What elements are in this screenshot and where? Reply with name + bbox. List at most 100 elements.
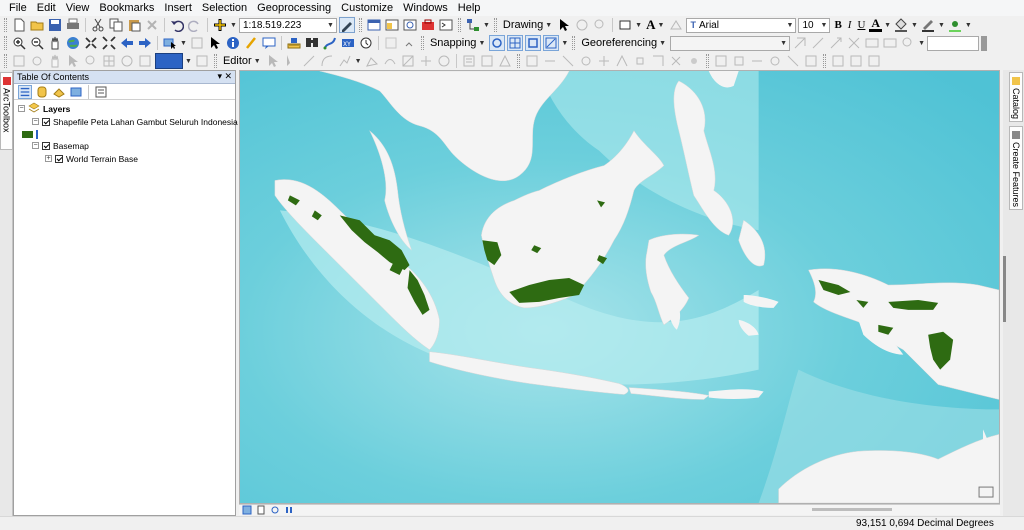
toolbar-grip[interactable] (4, 18, 7, 32)
time-slider-icon[interactable] (358, 35, 374, 51)
georef-value-input[interactable] (927, 35, 980, 51)
fixed-zoom-in-icon[interactable] (83, 35, 99, 51)
menu-customize[interactable]: Customize (336, 0, 398, 16)
add-data-icon[interactable] (212, 17, 228, 33)
topology-icon-3[interactable] (560, 53, 576, 69)
undo-icon[interactable] (169, 17, 185, 33)
layout-icon-2[interactable] (848, 53, 864, 69)
peat-legend-row[interactable] (22, 129, 38, 140)
cut-polygons-icon[interactable] (400, 53, 416, 69)
topology-icon-7[interactable] (632, 53, 648, 69)
italic-button[interactable]: I (846, 19, 854, 31)
menu-selection[interactable]: Selection (197, 0, 252, 16)
topology-icon-2[interactable] (542, 53, 558, 69)
list-by-source-icon[interactable] (35, 85, 49, 99)
list-by-visibility-icon[interactable] (52, 85, 66, 99)
map-canvas[interactable] (240, 71, 999, 503)
fixed-zoom-out-icon[interactable] (101, 35, 117, 51)
new-document-icon[interactable] (11, 17, 27, 33)
data-view-icon[interactable] (242, 505, 252, 515)
menu-geoprocessing[interactable]: Geoprocessing (252, 0, 336, 16)
topology-icon-5[interactable] (596, 53, 612, 69)
more-tools-icon[interactable] (401, 35, 417, 51)
delete-icon[interactable] (144, 17, 160, 33)
catalog-window-icon[interactable] (384, 17, 400, 33)
paste-icon[interactable] (126, 17, 142, 33)
topology-icon-8[interactable] (650, 53, 666, 69)
collapse-icon[interactable]: − (18, 105, 25, 112)
terrain-visibility-checkbox[interactable] (55, 154, 63, 163)
horizontal-scrollbar-thumb[interactable] (812, 508, 892, 511)
python-window-icon[interactable] (438, 17, 454, 33)
end-point-arc-icon[interactable] (319, 53, 335, 69)
clear-selection-icon[interactable] (189, 35, 205, 51)
model-builder-icon[interactable] (465, 17, 481, 33)
swipe-tool-icon[interactable] (194, 53, 210, 69)
georef-tool-icon-2[interactable] (29, 53, 45, 69)
rotate-tool-icon[interactable] (119, 53, 135, 69)
zoom-whole-page-icon[interactable] (592, 17, 608, 33)
hand-tool-icon[interactable] (47, 53, 63, 69)
full-extent-icon[interactable] (65, 35, 81, 51)
options-icon[interactable] (94, 85, 108, 99)
bold-button[interactable]: B (832, 19, 843, 31)
font-color-button[interactable]: A (869, 17, 883, 32)
edit-vertices-tool-icon[interactable] (364, 53, 380, 69)
magnifier-icon[interactable] (900, 35, 916, 51)
find-route-icon[interactable] (322, 35, 338, 51)
editor-toolbar-icon[interactable] (338, 17, 355, 33)
link-table-icon[interactable] (864, 35, 880, 51)
html-popup-icon[interactable] (261, 35, 277, 51)
menu-view[interactable]: View (61, 0, 95, 16)
layers-dataframe-row[interactable]: − Layers (18, 102, 70, 114)
expand-icon[interactable]: + (45, 155, 52, 162)
edge-snapping-icon[interactable] (543, 35, 560, 51)
search-window-icon[interactable] (402, 17, 418, 33)
collapse-icon[interactable]: − (32, 118, 39, 125)
zoom-in-icon[interactable] (11, 35, 27, 51)
editor-menu[interactable]: Editor ▼ (221, 55, 263, 67)
world-terrain-row[interactable]: + World Terrain Base (45, 153, 138, 164)
topology-icon-4[interactable] (578, 53, 594, 69)
drawing-menu[interactable]: Drawing ▼ (501, 19, 554, 31)
spatial-adjust-icon-6[interactable] (803, 53, 819, 69)
select-elements-arrow-icon[interactable] (207, 35, 223, 51)
menu-file[interactable]: File (4, 0, 32, 16)
grid-tool-icon[interactable] (101, 53, 117, 69)
edit-vertices-icon[interactable] (668, 17, 684, 33)
edit-annotation-icon[interactable] (283, 53, 299, 69)
select-elements-icon[interactable] (556, 17, 572, 33)
point-snapping-icon[interactable] (489, 35, 506, 51)
create-features-icon[interactable] (497, 53, 513, 69)
edit-tool-icon[interactable] (265, 53, 281, 69)
pointer-tool-icon[interactable] (65, 53, 81, 69)
end-snapping-icon[interactable] (507, 35, 524, 51)
reshape-icon[interactable] (382, 53, 398, 69)
sketch-properties-icon[interactable] (479, 53, 495, 69)
menu-edit[interactable]: Edit (32, 0, 61, 16)
color-swatch-button[interactable] (155, 53, 183, 69)
menu-insert[interactable]: Insert (159, 0, 197, 16)
save-icon[interactable] (47, 17, 63, 33)
map-view[interactable] (239, 70, 1000, 504)
straight-segment-icon[interactable] (301, 53, 317, 69)
rotate-raster-icon[interactable] (792, 35, 808, 51)
spatial-adjust-icon-2[interactable] (731, 53, 747, 69)
zoom-tool-icon[interactable] (83, 53, 99, 69)
table-icon[interactable] (366, 17, 382, 33)
rotate-feature-icon[interactable] (436, 53, 452, 69)
rectangle-tool-icon[interactable] (617, 17, 633, 33)
list-by-drawing-order-icon[interactable] (18, 84, 32, 99)
forward-extent-icon[interactable] (137, 35, 153, 51)
redo-icon[interactable] (187, 17, 203, 33)
arctoolbox-icon[interactable] (420, 17, 436, 33)
font-size-combo[interactable]: 10 ▼ (798, 17, 831, 33)
basemap-group-row[interactable]: − Basemap (32, 140, 89, 151)
new-text-tool[interactable]: A ▼ (644, 17, 666, 33)
rotate-icon[interactable] (574, 17, 590, 33)
add-data-dropdown-icon[interactable]: ▼ (230, 22, 237, 29)
marker-color-icon[interactable] (947, 17, 963, 33)
toc-window-controls[interactable]: ▾ ✕ (217, 71, 232, 82)
print-icon[interactable] (65, 17, 81, 33)
list-by-selection-icon[interactable] (69, 85, 83, 99)
